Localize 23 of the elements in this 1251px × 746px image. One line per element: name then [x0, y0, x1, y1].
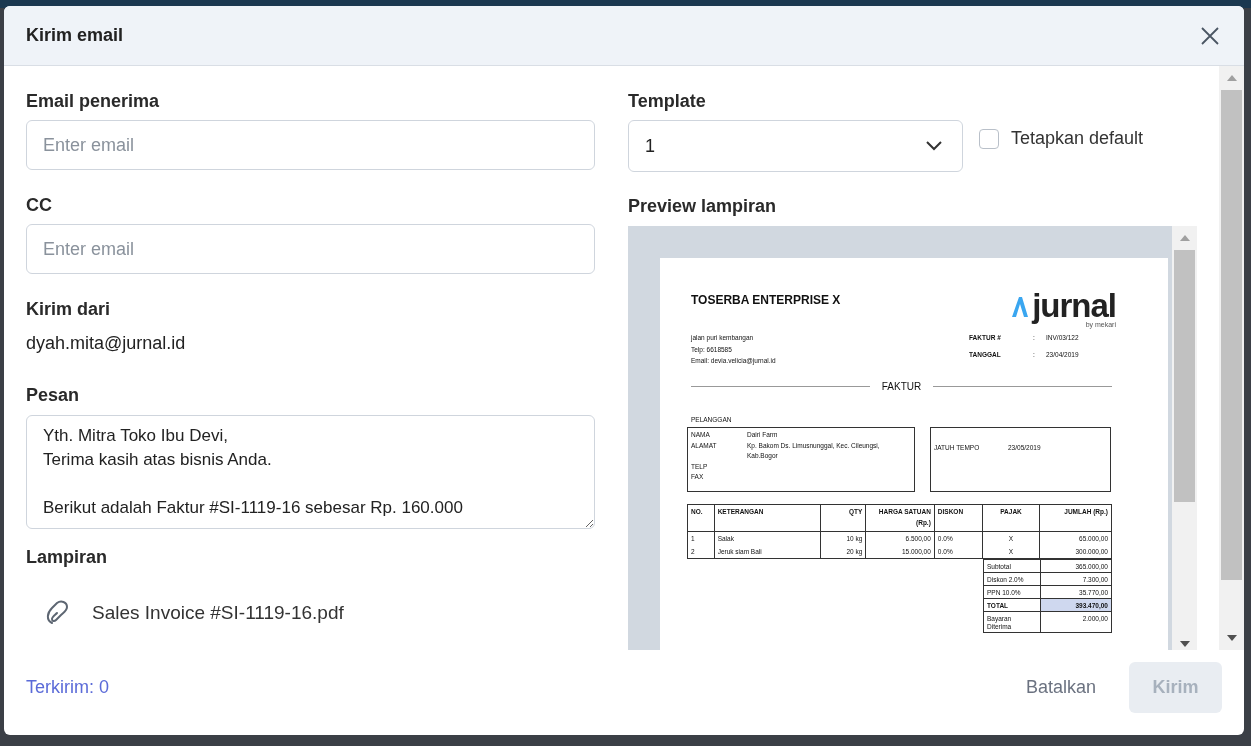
field-label: Template [628, 90, 707, 112]
checkbox-label: Tetapkan default [1011, 128, 1144, 149]
template-select[interactable]: 1 [628, 120, 963, 172]
attachment-name[interactable]: Sales Invoice #SI-1119-16.pdf [92, 602, 344, 624]
message-field[interactable]: Yth. Mitra Toko Ibu Devi, Terima kasih atas bisnis Anda. Berikut adalah Faktur #SI-1119-16 sebesar Rp. 160.000 [26, 415, 595, 529]
field-label: Lampiran [26, 546, 109, 568]
sent-count-link[interactable]: Terkirim: 0 [26, 677, 109, 698]
field-label: Preview lampiran [628, 195, 778, 217]
email-field[interactable]: Enter email [26, 120, 595, 170]
company-name: TOSERBA ENTERPRISE X [691, 293, 841, 307]
cancel-button[interactable]: Batalkan [1025, 677, 1096, 698]
chevron-down-icon [926, 141, 942, 151]
email-field[interactable]: Enter email [26, 224, 595, 274]
field-label: Kirim dari [26, 298, 112, 320]
field-label: Pesan [26, 384, 81, 406]
checkbox[interactable] [979, 128, 999, 149]
sender-email: dyah.mita@jurnal.id [26, 332, 187, 354]
logo-icon [1011, 295, 1030, 319]
field-label: Email penerima [26, 90, 161, 112]
field-label: CC [26, 194, 53, 216]
document-title: FAKTUR [881, 380, 922, 392]
dialog-title: Kirim email [26, 25, 124, 46]
close-icon[interactable] [1200, 25, 1220, 46]
